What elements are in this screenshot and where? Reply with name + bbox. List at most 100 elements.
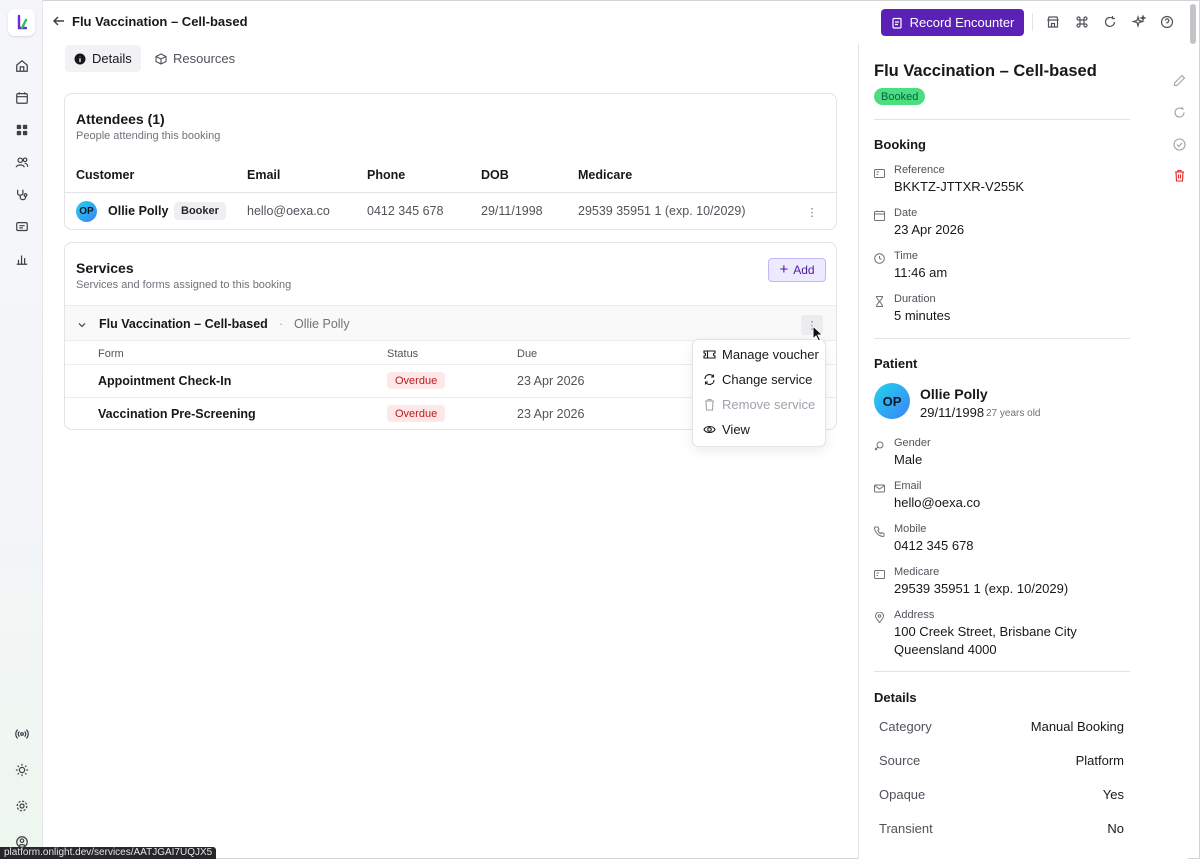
col-form: Form bbox=[98, 348, 124, 360]
panel-title: Flu Vaccination – Cell-based bbox=[874, 62, 1097, 80]
sparkles-icon[interactable] bbox=[1131, 14, 1147, 29]
id-card-icon bbox=[874, 568, 885, 579]
date-value: 23 Apr 2026 bbox=[894, 222, 965, 237]
tab-resources[interactable]: Resources bbox=[146, 45, 244, 72]
record-encounter-button[interactable]: Record Encounter bbox=[881, 9, 1024, 36]
nav-rail bbox=[0, 0, 43, 859]
users-icon[interactable] bbox=[11, 151, 32, 172]
row-more-icon[interactable]: ⋮ bbox=[806, 206, 818, 219]
messages-icon[interactable] bbox=[11, 216, 32, 237]
form-due: 23 Apr 2026 bbox=[517, 407, 585, 421]
divider bbox=[874, 338, 1130, 339]
medicare-value: 29539 35951 1 (exp. 10/2029) bbox=[894, 581, 1069, 596]
field-label: Address bbox=[894, 609, 935, 621]
status-url-bar: platform.onlight.dev/services/AATJGAI7UQ… bbox=[0, 847, 217, 859]
stethoscope-icon[interactable] bbox=[11, 184, 32, 205]
home-icon[interactable] bbox=[11, 55, 32, 76]
refresh-icon bbox=[704, 374, 715, 385]
delete-trash-icon[interactable] bbox=[1173, 169, 1186, 182]
col-dob: DOB bbox=[481, 168, 509, 182]
field-label: Medicare bbox=[894, 566, 940, 578]
command-icon[interactable] bbox=[1075, 15, 1089, 29]
location-pin-icon bbox=[874, 611, 885, 624]
store-icon[interactable] bbox=[1046, 15, 1060, 29]
calendar-icon[interactable] bbox=[11, 87, 32, 108]
plus-icon: + bbox=[779, 261, 789, 278]
service-row[interactable]: Flu Vaccination – Cell-based · Ollie Pol… bbox=[65, 305, 836, 341]
duration-value: 5 minutes bbox=[894, 308, 951, 323]
record-encounter-label: Record Encounter bbox=[909, 15, 1015, 30]
header-divider bbox=[1032, 13, 1033, 31]
menu-item-remove-service[interactable]: Remove service bbox=[693, 392, 825, 417]
dashboard-icon[interactable] bbox=[11, 119, 32, 140]
reschedule-icon[interactable] bbox=[1173, 106, 1186, 119]
tab-details[interactable]: Details bbox=[65, 45, 141, 72]
form-name: Appointment Check-In bbox=[98, 374, 232, 388]
status-badge: Overdue bbox=[387, 405, 446, 422]
patient-heading: Patient bbox=[874, 356, 918, 371]
attendee-name: Ollie Polly bbox=[108, 204, 169, 218]
avatar: OP bbox=[874, 383, 910, 419]
field-label: Duration bbox=[894, 293, 936, 305]
service-name: Flu Vaccination – Cell-based bbox=[99, 317, 268, 331]
broadcast-icon[interactable] bbox=[11, 723, 32, 744]
info-icon bbox=[74, 53, 86, 64]
col-medicare: Medicare bbox=[578, 168, 633, 182]
attendee-medicare: 29539 35951 1 (exp. 10/2029) bbox=[578, 204, 746, 218]
window-scrollbar[interactable] bbox=[1190, 4, 1196, 44]
field-label: Reference bbox=[894, 164, 945, 176]
status-badge: Booked bbox=[874, 88, 926, 105]
add-service-button[interactable]: + Add bbox=[768, 258, 826, 282]
col-phone: Phone bbox=[367, 168, 406, 182]
menu-label: Change service bbox=[722, 372, 813, 387]
attendee-email: hello@oexa.co bbox=[247, 204, 330, 218]
trash-icon bbox=[705, 398, 714, 411]
field-label: Gender bbox=[894, 437, 931, 449]
service-context-menu: Manage voucher Change service Remove ser… bbox=[692, 339, 826, 447]
reports-icon[interactable] bbox=[11, 248, 32, 269]
ticket-icon bbox=[703, 350, 716, 359]
booking-details-panel: Flu Vaccination – Cell-based Booked Book… bbox=[858, 44, 1188, 859]
form-name: Vaccination Pre-Screening bbox=[98, 407, 256, 421]
field-label: Mobile bbox=[894, 523, 927, 535]
attendees-title: Attendees (1) bbox=[76, 111, 165, 127]
help-icon[interactable] bbox=[1160, 15, 1174, 29]
clipboard-icon bbox=[892, 17, 902, 29]
edit-pencil-icon[interactable] bbox=[1173, 74, 1186, 87]
theme-sun-icon[interactable] bbox=[11, 759, 32, 780]
chevron-down-icon[interactable] bbox=[77, 318, 87, 328]
mouse-cursor-icon bbox=[812, 324, 824, 342]
check-circle-icon[interactable] bbox=[1173, 138, 1186, 151]
divider bbox=[874, 119, 1130, 120]
phone-icon bbox=[873, 525, 885, 538]
divider bbox=[65, 192, 836, 193]
menu-item-manage-voucher[interactable]: Manage voucher bbox=[693, 342, 825, 367]
back-arrow-icon[interactable] bbox=[52, 14, 66, 28]
calendar-icon bbox=[874, 209, 885, 221]
refresh-icon[interactable] bbox=[1103, 15, 1117, 29]
gender-value: Male bbox=[894, 452, 923, 467]
status-badge: Overdue bbox=[387, 372, 446, 389]
menu-item-change-service[interactable]: Change service bbox=[693, 367, 825, 392]
booking-heading: Booking bbox=[874, 137, 926, 152]
detail-label: Opaque bbox=[879, 787, 926, 802]
settings-gear-icon[interactable] bbox=[11, 795, 32, 816]
role-badge: Booker bbox=[174, 202, 226, 220]
address-line-1: 100 Creek Street, Brisbane City bbox=[894, 624, 1077, 639]
detail-value: Yes bbox=[1102, 787, 1124, 802]
attendees-subtitle: People attending this booking bbox=[76, 130, 221, 142]
detail-label: Category bbox=[879, 719, 932, 734]
patient-name[interactable]: Ollie Polly bbox=[920, 386, 988, 402]
gender-icon bbox=[874, 439, 885, 451]
tab-details-label: Details bbox=[92, 51, 132, 66]
detail-value: No bbox=[1107, 821, 1124, 836]
detail-label: Transient bbox=[879, 821, 933, 836]
hourglass-icon bbox=[874, 295, 885, 307]
detail-value: Manual Booking bbox=[1030, 719, 1124, 734]
menu-item-view[interactable]: View bbox=[693, 417, 825, 442]
field-label: Email bbox=[894, 480, 922, 492]
app-logo[interactable] bbox=[8, 9, 35, 36]
detail-label: Source bbox=[879, 753, 921, 768]
patient-age: 27 years old bbox=[986, 408, 1041, 419]
box-icon bbox=[155, 52, 167, 65]
